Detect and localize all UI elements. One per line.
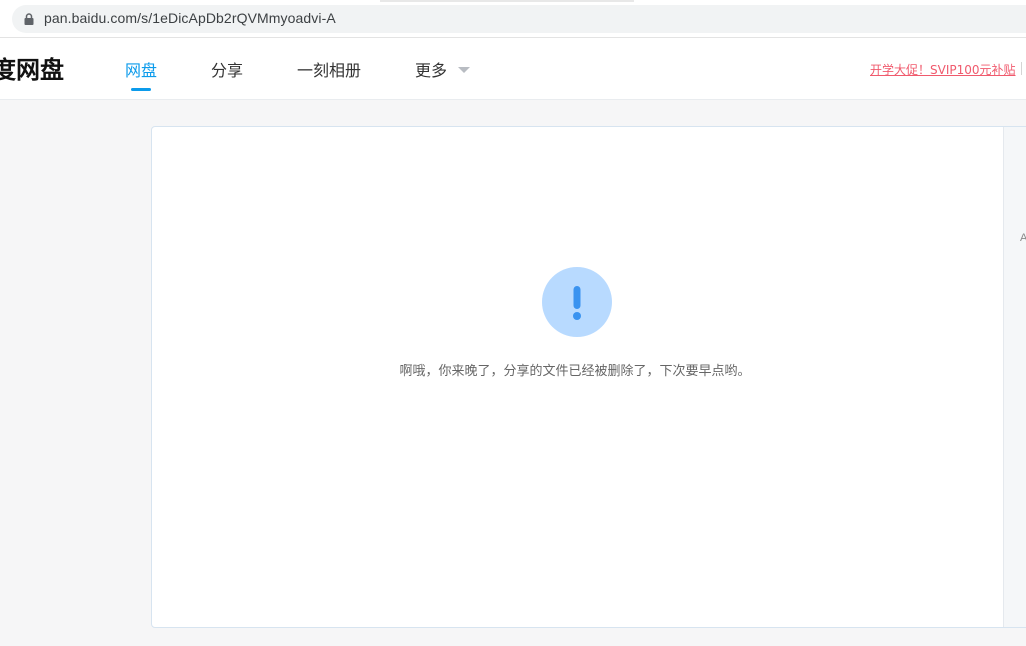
- nav-item-share[interactable]: 分享: [211, 57, 243, 81]
- chevron-down-icon[interactable]: [458, 67, 470, 73]
- side-panel: [1003, 127, 1026, 627]
- site-header: 度网盘 网盘 分享 一刻相册 更多 开学大促！SVIP100元补贴: [0, 38, 1026, 100]
- url-text[interactable]: pan.baidu.com/s/1eDicApDb2rQVMmyoadvi-A: [44, 10, 336, 26]
- site-logo[interactable]: 度网盘: [0, 50, 64, 85]
- side-panel-text: A: [1020, 232, 1026, 244]
- deleted-share-message: 啊哦，你来晚了，分享的文件已经被删除了，下次要早点哟。: [399, 364, 751, 379]
- nav-item-more[interactable]: 更多: [415, 57, 447, 81]
- nav-item-album[interactable]: 一刻相册: [297, 57, 361, 81]
- promo-link[interactable]: 开学大促！SVIP100元补贴: [870, 61, 1016, 78]
- header-divider: [1021, 62, 1022, 75]
- nav-item-netdisk[interactable]: 网盘: [125, 57, 157, 81]
- lock-icon: [24, 13, 34, 25]
- exclamation-icon: [542, 267, 612, 337]
- address-bar[interactable]: pan.baidu.com/s/1eDicApDb2rQVMmyoadvi-A: [12, 5, 1026, 33]
- nav-active-indicator: [131, 88, 151, 91]
- browser-toolbar: pan.baidu.com/s/1eDicApDb2rQVMmyoadvi-A: [0, 0, 1026, 38]
